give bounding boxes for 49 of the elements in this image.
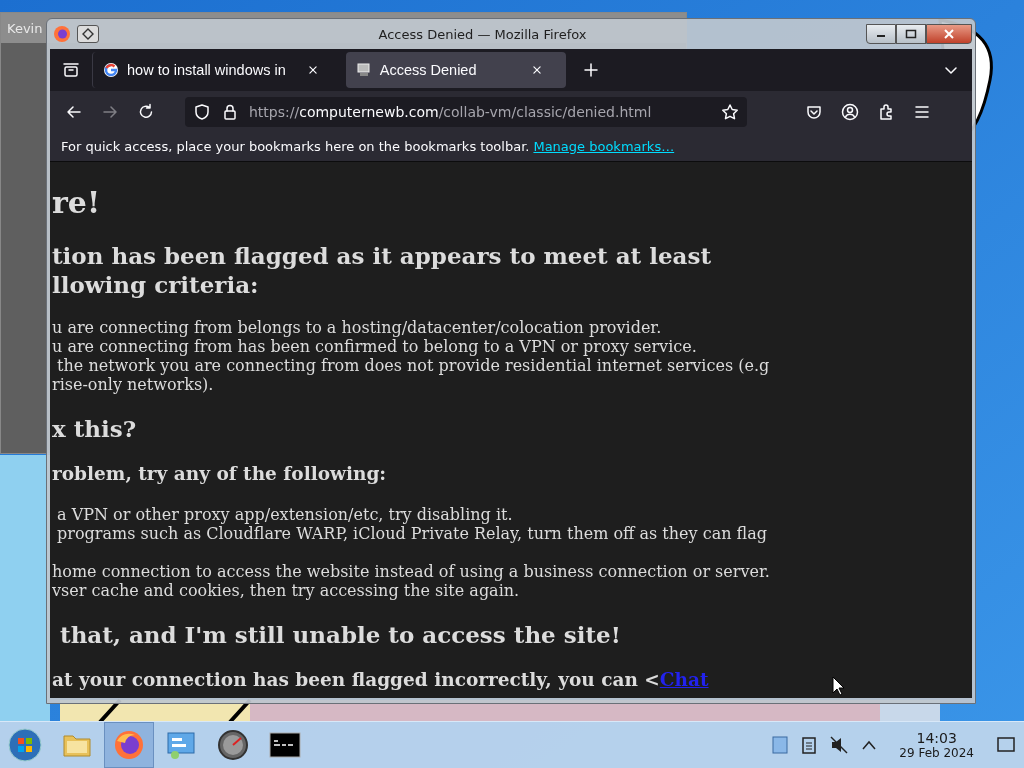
lock-icon[interactable] [221,102,239,121]
window-title: Access Denied — Mozilla Firefox [377,26,588,42]
page-heading: x this? [52,414,138,443]
firefox-icon[interactable] [113,729,145,761]
page-text: rise-only networks). [52,375,215,394]
maximize-icon [905,29,917,39]
close-icon [943,29,955,39]
close-button[interactable] [926,24,972,44]
page-text: a VPN or other proxy app/extension/etc, try disabling it. [56,505,514,524]
control-panel-icon[interactable] [165,730,197,760]
gauge-icon[interactable] [217,729,249,761]
page-heading: tion has been flagged as it appears to meet at least [52,241,713,270]
page-text: programs such as Cloudflare WARP, iCloud Private Relay, turn them off as they can flag [56,524,769,543]
account-icon[interactable] [841,102,859,121]
muted-speaker-icon[interactable] [829,735,850,755]
pin-icon[interactable] [77,25,99,43]
url-field[interactable]: https://computernewb.com/collab-vm/classic/denied.html [185,96,747,127]
page-heading: re! [52,185,102,221]
page-text: the network you are connecting from does not provide residential internet services (e.g [56,356,771,375]
shield-icon[interactable] [193,102,211,121]
page-heading: at your connection has been flagged incorrectly, you can < [52,669,660,690]
caret-up-icon[interactable] [861,739,878,751]
window-title: Kevin [7,20,43,36]
star-icon[interactable] [721,102,739,121]
page-text: u are connecting from belongs to a hosting/datacenter/colocation provider. [52,318,663,337]
clock[interactable]: 14:03 29 Feb 2024 [899,730,974,760]
page-text: home connection to access the website instead of using a business connection or server. [52,562,771,581]
new-tab-icon[interactable] [581,61,600,79]
browser-tab[interactable]: Access Denied [345,52,566,88]
extensions-icon[interactable] [877,102,895,121]
tab-list-icon[interactable] [62,61,80,79]
firefox-icon[interactable] [53,25,71,43]
page-heading: llowing criteria: [52,270,260,299]
maximize-button[interactable] [896,24,926,44]
manage-bookmarks-link[interactable]: Manage bookmarks… [533,139,675,154]
browser-tab[interactable]: how to install windows in [92,52,342,88]
page-heading: that, and I'm still unable to access the site! [59,620,622,649]
page-text: vser cache and cookies, then try accessing the site again. [52,581,521,600]
tab-favicon-icon [103,62,119,78]
minimize-button[interactable] [866,24,896,44]
page-heading: roblem, try any of the following: [52,462,388,486]
bookmarks-hint: For quick access, place your bookmarks here on the bookmarks toolbar. [61,139,530,154]
reload-icon[interactable] [137,102,155,121]
mouse-cursor-icon [832,676,846,696]
page-text: u are connecting from has been confirmed to belong to a VPN or proxy service. [52,337,698,356]
terminal-icon[interactable] [269,732,301,758]
show-desktop-icon[interactable] [996,736,1016,754]
clipboard-icon[interactable] [801,735,818,755]
computer-icon [355,62,372,78]
